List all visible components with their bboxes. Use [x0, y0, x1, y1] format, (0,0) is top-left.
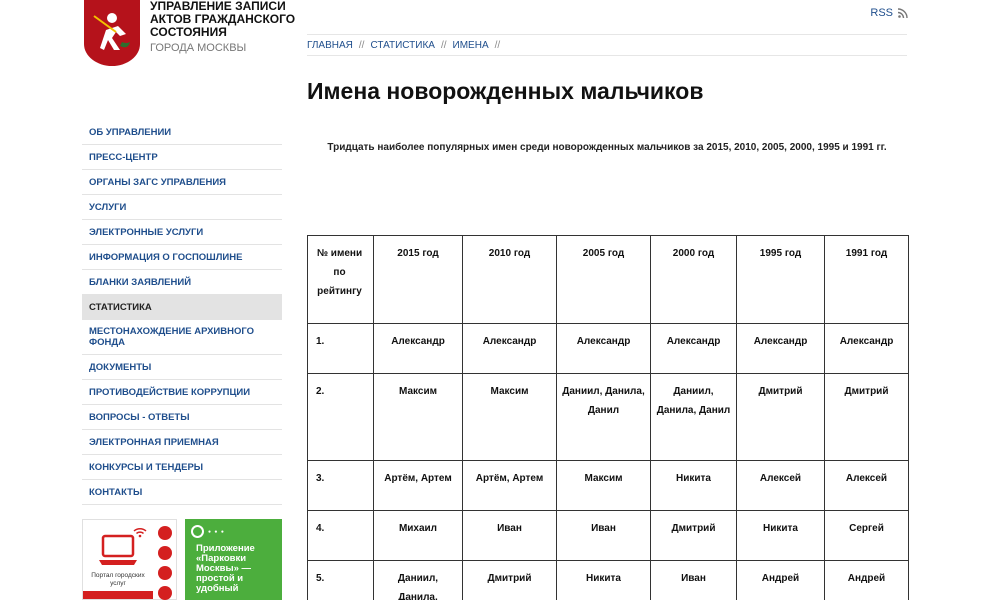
column-header: 2015 год	[373, 235, 463, 324]
rss-link[interactable]: RSS	[870, 7, 908, 19]
public-services-portal-banner[interactable]: Портал городских услуг	[82, 519, 177, 600]
portal-strip	[83, 591, 153, 599]
service-icon	[158, 546, 172, 560]
column-header: 2010 год	[462, 235, 557, 324]
table-cell: 3.	[307, 460, 374, 511]
sidebar-item-e-services[interactable]: Электронные услуги	[82, 220, 282, 245]
table-cell: Никита	[556, 560, 651, 600]
table-row: 5. Даниил, Данила, Дмитрий Никита Иван А…	[307, 560, 909, 600]
table-cell: Никита	[650, 460, 737, 511]
table-cell: 5.	[307, 560, 374, 600]
table-cell: Андрей	[736, 560, 825, 600]
sidebar-item-state-fee[interactable]: Информация о госпошлине	[82, 245, 282, 270]
table-cell: Дмитрий	[736, 373, 825, 461]
sidebar-item-documents[interactable]: Документы	[82, 355, 282, 380]
service-icon	[158, 566, 172, 580]
sidebar-item-archive-location[interactable]: Местонахождение архивного фонда	[82, 320, 282, 355]
table-cell: 2.	[307, 373, 374, 461]
service-icon	[158, 526, 172, 540]
table-cell: Даниил, Данила, Данил	[650, 373, 737, 461]
sidebar-item-faq[interactable]: Вопросы - ответы	[82, 405, 282, 430]
column-header: 2005 год	[556, 235, 651, 324]
table-cell: Дмитрий	[462, 560, 557, 600]
sidebar-nav: Об управлении Пресс-центр Органы ЗАГС уп…	[82, 120, 282, 505]
column-header: № имени по рейтингу	[307, 235, 374, 324]
breadcrumb-statistics[interactable]: Статистика	[370, 40, 435, 51]
sidebar-item-press-center[interactable]: Пресс-центр	[82, 145, 282, 170]
intro-text: Тридцать наиболее популярных имен среди …	[327, 142, 887, 153]
breadcrumb-names[interactable]: Имена	[453, 40, 489, 51]
laptop-icon	[99, 534, 137, 565]
column-header: 1995 год	[736, 235, 825, 324]
table-cell: 4.	[307, 510, 374, 561]
table-cell: Даниил, Данила,	[373, 560, 463, 600]
table-cell: Александр	[462, 323, 557, 374]
table-cell: Даниил, Данила, Данил	[556, 373, 651, 461]
table-row: 3. Артём, Артем Артём, Артем Максим Ники…	[307, 460, 909, 511]
table-cell: Сергей	[824, 510, 909, 561]
names-ranking-table: № имени по рейтингу 2015 год 2010 год 20…	[307, 235, 909, 600]
sidebar-item-forms[interactable]: Бланки заявлений	[82, 270, 282, 295]
portal-caption: Портал городских услуг	[91, 572, 145, 587]
moscow-parking-app-banner[interactable]: ● ● ● Приложение «Парковки Москвы» — про…	[185, 519, 282, 600]
table-cell: Максим	[556, 460, 651, 511]
table-cell: Артём, Артем	[373, 460, 463, 511]
table-cell: Иван	[556, 510, 651, 561]
table-row: 1. Александр Александр Александр Алексан…	[307, 323, 909, 374]
table-cell: Андрей	[824, 560, 909, 600]
table-cell: Александр	[650, 323, 737, 374]
table-cell: Дмитрий	[824, 373, 909, 461]
sidebar-item-zags-offices[interactable]: Органы ЗАГС управления	[82, 170, 282, 195]
table-cell: Артём, Артем	[462, 460, 557, 511]
sidebar-item-e-reception[interactable]: Электронная приемная	[82, 430, 282, 455]
table-cell: Александр	[736, 323, 825, 374]
table-cell: 1.	[307, 323, 374, 374]
breadcrumb-separator: //	[440, 40, 447, 51]
table-cell: Александр	[373, 323, 463, 374]
site-logo[interactable]: Управление записи актов гражданского сос…	[84, 0, 295, 70]
sidebar-item-anti-corruption[interactable]: Противодействие коррупции	[82, 380, 282, 405]
column-header: 2000 год	[650, 235, 737, 324]
table-cell: Алексей	[824, 460, 909, 511]
logo-subtitle: города Москвы	[150, 42, 247, 54]
rss-label: RSS	[870, 7, 893, 19]
page-title: Имена новорожденных мальчиков	[307, 78, 704, 104]
sidebar-item-tenders[interactable]: Конкурсы и тендеры	[82, 455, 282, 480]
parking-app-text: Приложение «Парковки Москвы» — простой и…	[196, 543, 255, 594]
table-cell: Дмитрий	[650, 510, 737, 561]
table-cell: Иван	[650, 560, 737, 600]
table-cell: Александр	[824, 323, 909, 374]
sidebar-item-services[interactable]: Услуги	[82, 195, 282, 220]
breadcrumb: Главная // Статистика // Имена //	[307, 34, 907, 56]
app-store-icons: ● ● ●	[208, 528, 225, 535]
table-cell: Алексей	[736, 460, 825, 511]
table-cell: Максим	[373, 373, 463, 461]
table-row: 4. Михаил Иван Иван Дмитрий Никита Серге…	[307, 510, 909, 561]
logo-title: Управление записи актов гражданского сос…	[150, 0, 296, 39]
column-header: 1991 год	[824, 235, 909, 324]
sidebar-item-contacts[interactable]: Контакты	[82, 480, 282, 505]
sidebar-item-about[interactable]: Об управлении	[82, 120, 282, 145]
sidebar-item-statistics[interactable]: Статистика	[82, 295, 282, 320]
moscow-crest-icon	[84, 0, 140, 66]
rss-icon	[898, 8, 908, 18]
breadcrumb-home[interactable]: Главная	[307, 40, 353, 51]
table-cell: Никита	[736, 510, 825, 561]
table-cell: Александр	[556, 323, 651, 374]
service-icon	[158, 586, 172, 600]
breadcrumb-separator: //	[494, 40, 501, 51]
parking-logo-icon	[191, 525, 204, 538]
table-header-row: № имени по рейтингу 2015 год 2010 год 20…	[307, 235, 909, 324]
table-cell: Максим	[462, 373, 557, 461]
breadcrumb-separator: //	[358, 40, 365, 51]
service-icons	[158, 526, 172, 600]
table-row: 2. Максим Максим Даниил, Данила, Данил Д…	[307, 373, 909, 461]
table-cell: Михаил	[373, 510, 463, 561]
table-cell: Иван	[462, 510, 557, 561]
